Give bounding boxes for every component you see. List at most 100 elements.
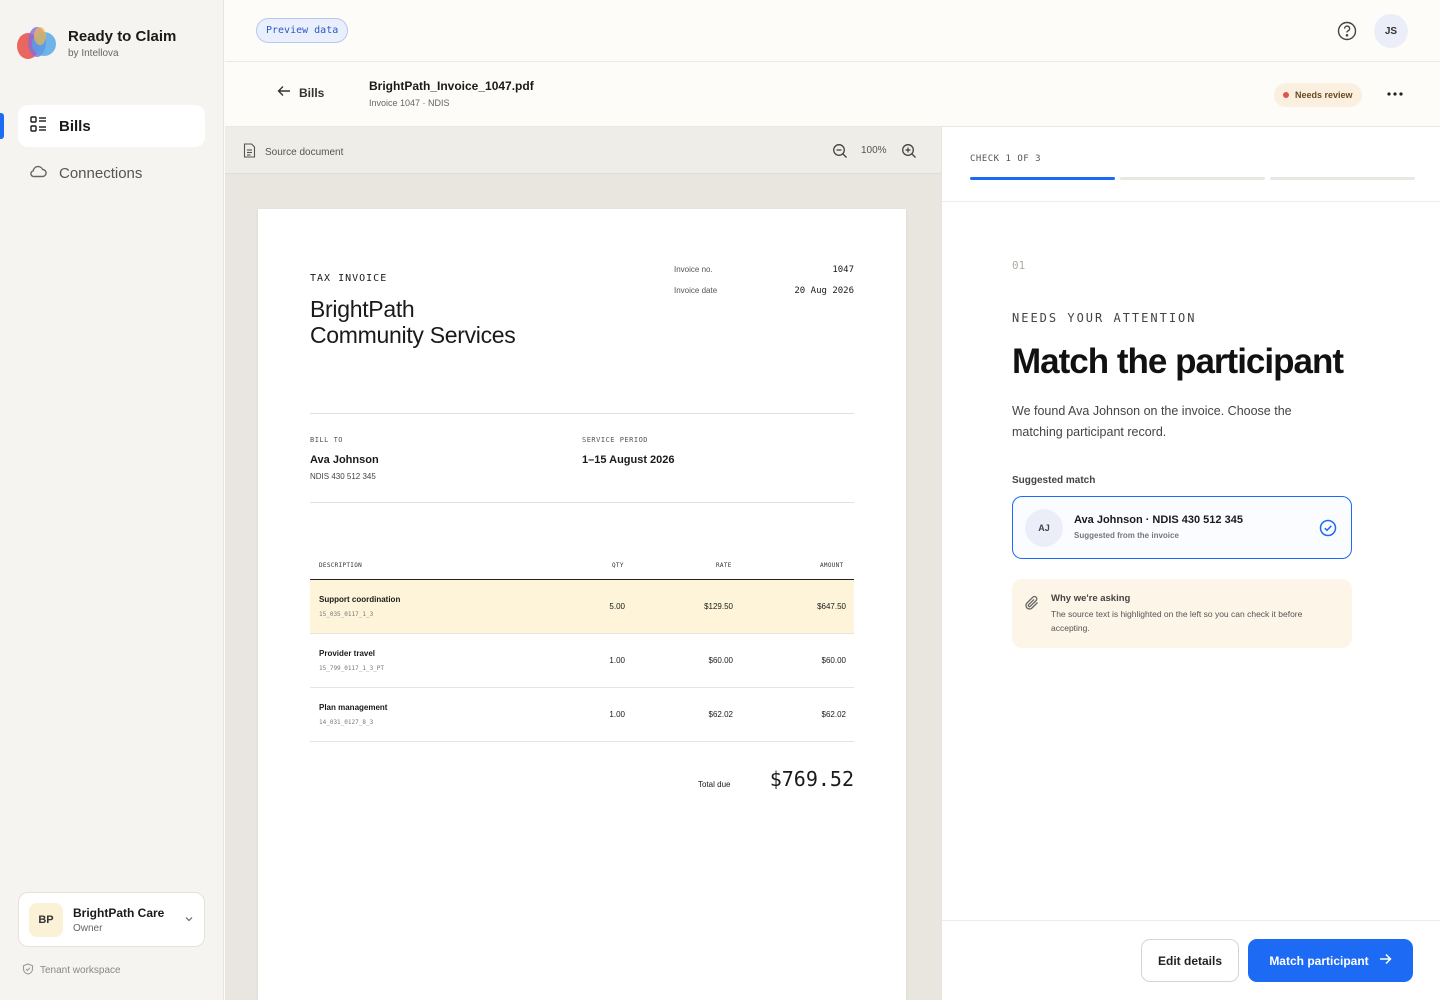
invoice-number-row: Invoice no. 1047 xyxy=(674,265,854,275)
attention-label: NEEDS YOUR ATTENTION xyxy=(1012,311,1197,325)
more-options-icon[interactable] xyxy=(1383,87,1407,101)
document-icon xyxy=(243,143,256,161)
paperclip-icon xyxy=(1024,595,1040,611)
sidebar-item-label: Connections xyxy=(59,164,143,182)
row-rate: $62.02 xyxy=(708,710,733,719)
why-title: Why we're asking xyxy=(1051,593,1131,604)
table-row[interactable]: Support coordination 15_035_0117_1_3 5.0… xyxy=(310,580,854,634)
check-progress-label: CHECK 1 OF 3 xyxy=(970,154,1042,164)
divider xyxy=(942,201,1440,202)
service-period-label: SERVICE PERIOD xyxy=(582,436,649,444)
column-header-rate: RATE xyxy=(716,562,732,569)
status-badge: Needs review xyxy=(1274,83,1362,107)
suggested-match-card[interactable]: AJ Ava Johnson · NDIS 430 512 345 Sugges… xyxy=(1012,496,1352,559)
topbar: Preview data JS xyxy=(225,0,1440,62)
active-nav-indicator xyxy=(0,113,4,139)
status-text: Needs review xyxy=(1295,90,1353,100)
preview-data-chip[interactable]: Preview data xyxy=(256,18,349,43)
panel-description: We found Ava Johnson on the invoice. Cho… xyxy=(1012,404,1292,439)
column-header-qty: QTY xyxy=(612,562,624,569)
row-description: Support coordination xyxy=(319,595,401,604)
brand[interactable]: Ready to Claim by Intellova xyxy=(16,24,176,62)
zoom-level: 100% xyxy=(861,145,887,156)
row-rate: $60.00 xyxy=(708,656,733,665)
divider xyxy=(310,502,854,503)
sidebar: Ready to Claim by Intellova Bills Connec… xyxy=(0,0,224,1000)
bill-to-name: Ava Johnson xyxy=(310,454,379,466)
back-label: Bills xyxy=(299,85,325,100)
shield-icon xyxy=(22,963,34,978)
column-header-amount: AMOUNT xyxy=(820,562,844,569)
match-participant-label: Match participant xyxy=(1269,953,1369,968)
invoice-date-row: Invoice date 20 Aug 2026 xyxy=(674,286,854,296)
help-icon[interactable] xyxy=(1337,21,1357,41)
back-button[interactable]: Bills xyxy=(277,85,324,100)
org-name: BrightPath Care xyxy=(73,905,165,920)
participant-source: Suggested from the invoice xyxy=(1074,531,1179,540)
cloud-icon xyxy=(30,164,47,182)
source-document-text: Source document xyxy=(265,146,344,158)
total-due-value: $769.52 xyxy=(769,767,854,791)
row-code: 14_031_0127_8_3 xyxy=(319,719,374,726)
user-avatar[interactable]: JS xyxy=(1374,14,1408,48)
chevron-down-icon xyxy=(184,911,194,929)
zoom-in-icon[interactable] xyxy=(901,143,917,159)
review-panel: CHECK 1 OF 3 01 NEEDS YOUR ATTENTION Mat… xyxy=(941,127,1440,1000)
invoice-number-value: 1047 xyxy=(832,265,854,275)
panel-title: Match the participant xyxy=(1012,342,1344,381)
status-dot-icon xyxy=(1283,92,1289,98)
arrow-right-icon xyxy=(1379,953,1392,968)
row-amount: $62.02 xyxy=(821,710,846,719)
file-subtitle: Invoice 1047 · NDIS xyxy=(369,98,450,108)
sidebar-item-connections[interactable]: Connections xyxy=(18,152,205,194)
tenant-text: Tenant workspace xyxy=(40,965,121,976)
table-row[interactable]: Provider travel 15_799_0117_1_3_PT 1.00 … xyxy=(310,634,854,688)
suggested-match-label: Suggested match xyxy=(1012,475,1096,486)
brand-subtitle: by Intellova xyxy=(68,47,119,59)
row-description: Plan management xyxy=(319,703,388,712)
row-qty: 5.00 xyxy=(609,602,625,611)
brand-title: Ready to Claim xyxy=(68,27,177,45)
org-avatar: BP xyxy=(29,902,63,937)
divider xyxy=(310,413,854,414)
total-due-label: Total due xyxy=(698,780,731,789)
org-switcher[interactable]: BP BrightPath Care Owner xyxy=(18,892,205,947)
row-code: 15_799_0117_1_3_PT xyxy=(319,665,385,672)
invoice-page: TAX INVOICE BrightPath Community Service… xyxy=(258,209,906,1000)
file-name: BrightPath_Invoice_1047.pdf xyxy=(369,79,534,93)
row-qty: 1.00 xyxy=(609,656,625,665)
step-progress xyxy=(970,177,1415,180)
invoice-org-line2: Community Services xyxy=(310,322,516,348)
file-header: Bills BrightPath_Invoice_1047.pdf Invoic… xyxy=(225,62,1440,127)
check-circle-icon xyxy=(1319,519,1337,537)
participant-avatar: AJ xyxy=(1025,509,1063,547)
viewer-toolbar: Source document 100% xyxy=(225,127,941,174)
invoice-type-label: TAX INVOICE xyxy=(310,273,388,284)
divider xyxy=(942,920,1440,921)
source-document-label: Source document xyxy=(243,143,343,161)
arrow-left-icon xyxy=(277,85,291,100)
why-text: The source text is highlighted on the le… xyxy=(1051,609,1303,633)
edit-details-button[interactable]: Edit details xyxy=(1141,939,1239,982)
sidebar-item-bills[interactable]: Bills xyxy=(18,105,205,147)
tenant-label: Tenant workspace xyxy=(22,963,121,978)
invoice-number-label: Invoice no. xyxy=(674,265,713,274)
invoice-date-value: 20 Aug 2026 xyxy=(794,286,854,296)
row-code: 15_035_0117_1_3 xyxy=(319,611,374,618)
service-period-value: 1–15 August 2026 xyxy=(582,454,675,466)
invoice-date-label: Invoice date xyxy=(674,286,718,295)
invoice-org-name: BrightPath Community Services xyxy=(310,296,610,348)
zoom-out-icon[interactable] xyxy=(832,143,848,159)
table-row[interactable]: Plan management 14_031_0127_8_3 1.00 $62… xyxy=(310,688,854,742)
match-participant-button[interactable]: Match participant xyxy=(1248,939,1413,982)
list-icon xyxy=(30,116,47,136)
org-role: Owner xyxy=(73,922,103,934)
row-qty: 1.00 xyxy=(609,710,625,719)
step-1 xyxy=(970,177,1115,180)
sidebar-nav: Bills Connections xyxy=(18,105,205,199)
logo-icon xyxy=(16,24,58,62)
invoice-org-line1: BrightPath xyxy=(310,296,415,322)
bill-to-label: BILL TO xyxy=(310,436,344,444)
row-rate: $129.50 xyxy=(704,602,733,611)
bill-to-ndis: NDIS 430 512 345 xyxy=(310,472,376,481)
